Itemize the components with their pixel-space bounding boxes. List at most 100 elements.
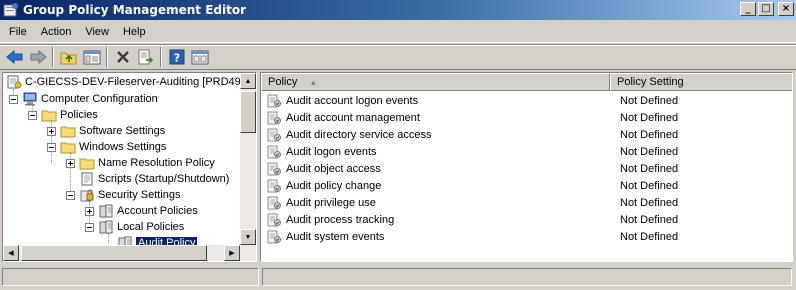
policy-setting: Not Defined (620, 162, 679, 175)
minimize-button[interactable]: _ (740, 2, 756, 16)
tree-item-windows-settings[interactable]: Windows Settings (47, 139, 166, 155)
back-button[interactable] (3, 46, 26, 68)
tree-label: Name Resolution Policy (98, 157, 215, 169)
policy-name: Audit account logon events (286, 94, 419, 107)
table-row[interactable]: Audit logon events Not Defined (261, 143, 792, 160)
tree-item-policies[interactable]: Policies (28, 107, 98, 123)
column-header-label: Policy Setting (617, 76, 684, 88)
policy-setting: Not Defined (620, 94, 679, 107)
policy-setting: Not Defined (620, 145, 679, 158)
scroll-down-button[interactable]: ▼ (240, 229, 256, 245)
expand-toggle[interactable] (66, 158, 75, 168)
back-icon (5, 50, 22, 64)
up-one-level-button[interactable] (57, 46, 80, 68)
audit-policy-icon (266, 213, 282, 227)
tree-item-local-policies[interactable]: Local Policies (85, 219, 184, 235)
tree-label: Windows Settings (79, 141, 167, 153)
tree-item-computer-configuration[interactable]: Computer Configuration (9, 91, 158, 107)
show-hide-tree-button[interactable] (80, 46, 103, 68)
tree-item-software-settings[interactable]: Software Settings (47, 123, 165, 139)
policy-book-icon (98, 220, 114, 234)
table-row[interactable]: Audit system events Not Defined (261, 228, 792, 245)
properties-button[interactable] (188, 46, 211, 68)
audit-policy-icon (266, 162, 282, 176)
details-pane[interactable]: Policy ▲ Policy Setting Audit account lo… (260, 72, 793, 262)
collapse-toggle[interactable] (47, 142, 56, 152)
tree-label: C-GIECSS-DEV-Fileserver-Auditing [PRD49-… (25, 76, 252, 88)
menu-help[interactable]: Help (116, 24, 153, 40)
tree-label: Scripts (Startup/Shutdown) (98, 173, 230, 185)
tree-item-account-policies[interactable]: Account Policies (85, 203, 198, 219)
gpo-editor-app-icon (3, 2, 19, 18)
menu-action[interactable]: Action (34, 24, 79, 40)
expand-toggle[interactable] (85, 206, 94, 216)
policy-name: Audit account management (286, 111, 420, 124)
collapse-toggle[interactable] (9, 94, 18, 104)
folder-icon (60, 140, 76, 154)
tree-label: Local Policies (117, 221, 185, 233)
column-header-policy-setting[interactable]: Policy Setting (610, 73, 792, 91)
tree-label: Security Settings (98, 189, 181, 201)
menu-bar: File Action View Help (0, 21, 796, 43)
policy-setting: Not Defined (620, 196, 679, 209)
tree-item-name-resolution-policy[interactable]: Name Resolution Policy (66, 155, 215, 171)
script-icon (79, 172, 95, 186)
folder-icon (41, 108, 57, 122)
audit-policy-icon (266, 179, 282, 193)
table-row[interactable]: Audit account logon events Not Defined (261, 92, 792, 109)
toolbar-separator (52, 47, 54, 67)
table-row[interactable]: Audit privilege use Not Defined (261, 194, 792, 211)
tree-label: Policies (60, 109, 98, 121)
tree-item-scripts[interactable]: Scripts (Startup/Shutdown) (66, 171, 229, 187)
collapse-toggle[interactable] (85, 222, 94, 232)
scroll-left-button[interactable]: ◀ (3, 245, 19, 261)
menu-file[interactable]: File (2, 24, 34, 40)
close-button[interactable]: × (778, 2, 794, 16)
console-tree[interactable]: C-GIECSS-DEV-Fileserver-Auditing [PRD49-… (2, 72, 257, 262)
collapse-toggle[interactable] (28, 110, 37, 120)
table-row[interactable]: Audit object access Not Defined (261, 160, 792, 177)
sort-ascending-icon: ▲ (309, 77, 318, 87)
policy-name: Audit privilege use (286, 196, 376, 209)
tree-label: Computer Configuration (41, 93, 158, 105)
export-list-button[interactable] (134, 46, 157, 68)
forward-icon (30, 50, 47, 64)
delete-button[interactable] (111, 46, 134, 68)
gpo-document-icon (6, 75, 22, 89)
status-section (262, 268, 792, 286)
computer-icon (22, 92, 38, 106)
tree-horizontal-scrollbar[interactable]: ◀ ▶ (3, 245, 256, 261)
scroll-thumb[interactable] (21, 245, 207, 261)
table-row[interactable]: Audit directory service access Not Define… (261, 126, 792, 143)
table-row[interactable]: Audit process tracking Not Defined (261, 211, 792, 228)
menu-view[interactable]: View (78, 24, 116, 40)
status-section (2, 268, 259, 286)
audit-policy-icon (266, 196, 282, 210)
collapse-toggle[interactable] (66, 190, 75, 200)
audit-policy-icon (266, 94, 282, 108)
help-icon: ? (169, 49, 184, 65)
tree-item-gpo-root[interactable]: C-GIECSS-DEV-Fileserver-Auditing [PRD49-… (6, 74, 252, 90)
scroll-up-button[interactable]: ▲ (240, 73, 256, 89)
security-lock-icon (79, 188, 95, 202)
maximize-button[interactable]: □ (758, 2, 774, 16)
policy-name: Audit policy change (286, 179, 382, 192)
column-header-policy[interactable]: Policy ▲ (261, 73, 610, 91)
table-row[interactable]: Audit account management Not Defined (261, 109, 792, 126)
tree-vertical-scrollbar[interactable]: ▲ ▼ (240, 73, 256, 245)
forward-button[interactable] (26, 46, 49, 68)
tree-label: Software Settings (79, 125, 166, 137)
audit-policy-icon (266, 128, 282, 142)
help-button[interactable]: ? (165, 46, 188, 68)
audit-policy-icon (266, 111, 282, 125)
expand-toggle[interactable] (47, 126, 56, 136)
toolbar-separator (160, 47, 162, 67)
table-row[interactable]: Audit policy change Not Defined (261, 177, 792, 194)
tree-item-security-settings[interactable]: Security Settings (66, 187, 181, 203)
export-list-icon (138, 49, 153, 65)
audit-policy-icon (266, 145, 282, 159)
folder-icon (60, 124, 76, 138)
scroll-thumb[interactable] (240, 91, 256, 133)
scroll-right-button[interactable]: ▶ (224, 245, 240, 261)
policy-name: Audit directory service access (286, 128, 432, 141)
